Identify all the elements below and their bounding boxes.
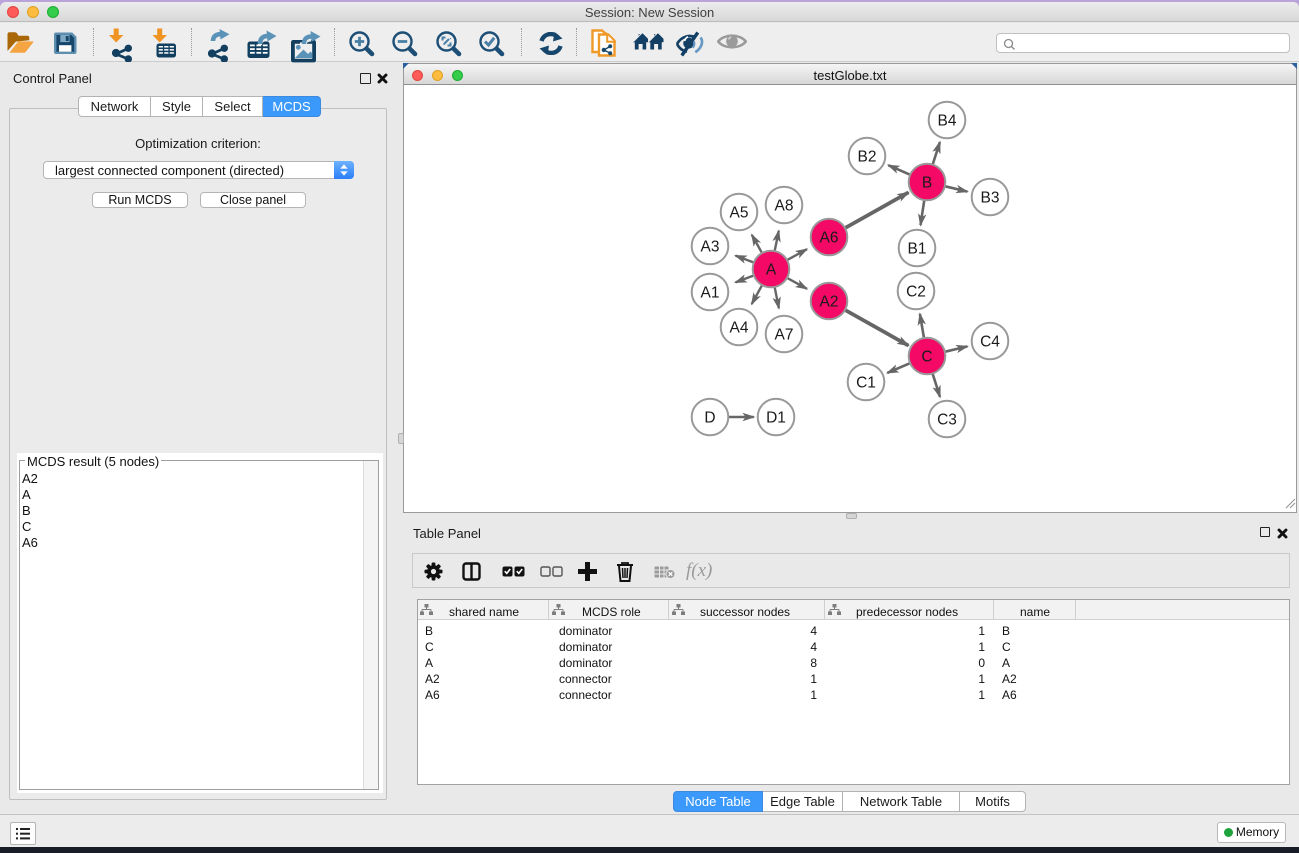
svg-text:A4: A4 [730, 320, 749, 337]
svg-text:A7: A7 [775, 327, 794, 344]
svg-text:A3: A3 [701, 239, 720, 256]
svg-text:A8: A8 [775, 198, 794, 215]
svg-text:A6: A6 [820, 230, 839, 247]
svg-text:A5: A5 [730, 205, 749, 222]
svg-text:C2: C2 [906, 284, 926, 301]
svg-text:B3: B3 [981, 190, 1000, 207]
svg-text:C3: C3 [937, 412, 957, 429]
svg-text:C1: C1 [856, 375, 876, 392]
svg-text:C4: C4 [980, 334, 1000, 351]
svg-text:A1: A1 [701, 285, 720, 302]
svg-text:C: C [921, 349, 932, 366]
svg-text:B1: B1 [908, 241, 927, 258]
svg-text:D: D [704, 410, 715, 427]
svg-text:B4: B4 [938, 113, 957, 130]
svg-text:A2: A2 [820, 294, 839, 311]
svg-text:B2: B2 [858, 149, 877, 166]
svg-text:A: A [766, 262, 777, 279]
svg-text:B: B [922, 175, 932, 192]
svg-text:D1: D1 [766, 410, 786, 427]
